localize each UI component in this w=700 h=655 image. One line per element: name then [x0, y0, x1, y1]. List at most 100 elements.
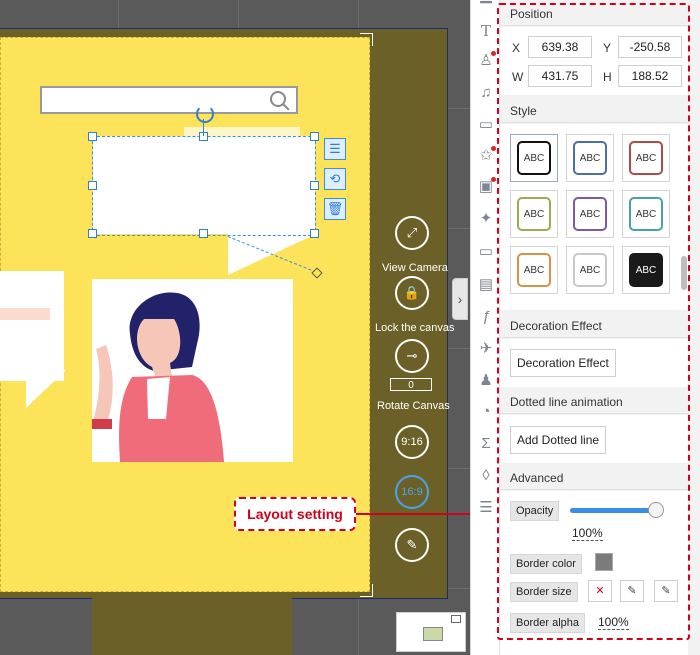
no-border-icon[interactable]: ✕ — [588, 580, 612, 602]
resize-handle[interactable] — [88, 132, 97, 141]
formula-icon[interactable]: ƒ — [475, 306, 497, 328]
delete-icon[interactable]: 🗑 — [324, 198, 346, 220]
resize-handle[interactable] — [310, 132, 319, 141]
selection-box[interactable] — [92, 136, 316, 236]
thin-border-icon[interactable]: ✎ — [620, 580, 644, 602]
person-icon[interactable]: ♟ — [475, 370, 497, 392]
text-icon[interactable]: T — [475, 20, 497, 42]
character-illustration[interactable] — [92, 279, 293, 462]
opacity-label: Opacity — [510, 501, 560, 521]
style-swatch-label: ABC — [573, 253, 607, 287]
style-swatch[interactable]: ABC — [510, 134, 558, 182]
border-alpha-value[interactable]: 100% — [598, 615, 629, 630]
bubble-text-line — [0, 308, 50, 320]
style-swatch[interactable]: ABC — [622, 246, 670, 294]
advanced-section: Opacity 100% Border color Border size ✕ … — [500, 491, 688, 655]
canvas-side-controls: ⤢ View Camera 🔒 Lock the canvas ⊸ 0 Rota… — [370, 210, 455, 590]
stage-overflow — [92, 597, 292, 655]
image-thumb-icon — [423, 627, 443, 641]
style-swatch-label: ABC — [517, 253, 551, 287]
style-swatch[interactable]: ABC — [622, 190, 670, 238]
decoration-section: Decoration Effect — [500, 339, 688, 387]
resize-handle[interactable] — [88, 229, 97, 238]
collapse-panel-button[interactable]: › — [452, 278, 468, 320]
border-size-label: Border size — [510, 582, 578, 602]
canvas-area[interactable]: ☰ ⟲ 🗑 ⤢ View Camera 🔒 Lock the canvas ⊸ … — [0, 0, 470, 655]
opacity-slider-knob[interactable] — [648, 502, 664, 518]
h-field[interactable]: 188.52 — [618, 65, 682, 87]
layout-setting-button[interactable]: ✎ — [395, 528, 429, 562]
lock-icon: 🔒 — [403, 285, 421, 300]
align-icon[interactable]: ☰ — [324, 138, 346, 160]
view-camera-button[interactable]: ⤢ — [395, 216, 429, 250]
opacity-value[interactable]: 100% — [572, 526, 603, 541]
opacity-slider-fill — [570, 508, 656, 513]
pie-chart-icon[interactable]: ◔ — [475, 401, 497, 423]
music-icon[interactable]: ♫ — [475, 82, 497, 104]
ratio-9-16-button[interactable]: 9:16 — [395, 425, 429, 459]
border-color-picker[interactable] — [595, 553, 613, 571]
sigma-icon[interactable]: Σ — [475, 433, 497, 455]
frame-corner — [360, 33, 373, 46]
resize-handle[interactable] — [88, 181, 97, 190]
image-icon[interactable]: ▣ — [475, 176, 497, 198]
add-dotted-line-button[interactable]: Add Dotted line — [510, 426, 607, 454]
airplane-icon[interactable]: ✈ — [475, 338, 497, 360]
style-section: ABC ABC ABC ABC ABC ABC ABC ABC ABC — [500, 124, 688, 310]
thumbnail-widget[interactable] — [396, 612, 466, 652]
style-swatch-label: ABC — [517, 197, 551, 231]
style-swatch[interactable]: ABC — [510, 246, 558, 294]
style-swatch-label: ABC — [629, 253, 663, 287]
decoration-effect-button[interactable]: Decoration Effect — [510, 349, 616, 377]
magic-wand-icon[interactable]: ✦ — [475, 208, 497, 230]
thick-border-icon[interactable]: ✎ — [654, 580, 678, 602]
rotate-icon[interactable] — [196, 105, 214, 123]
style-swatch[interactable]: ABC — [566, 134, 614, 182]
replace-icon[interactable]: ⟲ — [324, 168, 346, 190]
character-icon[interactable]: ♙ — [475, 50, 497, 72]
style-swatch-label: ABC — [629, 197, 663, 231]
image-star-icon[interactable]: ✩ — [475, 145, 497, 167]
resize-handle[interactable] — [199, 229, 208, 238]
camera-view-icon: ⤢ — [406, 225, 418, 240]
style-swatch[interactable]: ABC — [622, 134, 670, 182]
y-field[interactable]: -250.58 — [618, 36, 682, 58]
search-icon — [270, 91, 286, 107]
resize-handle[interactable] — [310, 229, 319, 238]
style-swatch-label: ABC — [517, 141, 551, 175]
style-swatch-label: ABC — [629, 141, 663, 175]
element-toolbar: ▔ T ♙ ♫ ▭ ✩ ▣ ✦ ▭ ▤ ƒ ✈ ♟ ◔ Σ ◊ ☰ — [470, 0, 500, 655]
resize-handle[interactable] — [310, 181, 319, 190]
chevron-right-icon: › — [457, 291, 463, 307]
position-section: X 639.38 Y -250.58 W 431.75 H 188.52 — [500, 27, 688, 95]
search-bar-graphic[interactable] — [40, 86, 298, 114]
folder-icon[interactable]: ▭ — [475, 241, 497, 263]
style-swatch[interactable]: ABC — [510, 190, 558, 238]
style-swatch[interactable]: ABC — [566, 190, 614, 238]
rotate-value-field[interactable]: 0 — [390, 378, 432, 391]
scroll-up-icon[interactable]: ▔ — [475, 0, 497, 22]
h-label: H — [603, 70, 612, 84]
ratio-16-9-button[interactable]: 16:9 — [395, 475, 429, 509]
left-speech-bubble[interactable] — [0, 271, 64, 381]
film-icon[interactable]: ▤ — [475, 274, 497, 296]
section-position-title: Position — [500, 2, 688, 26]
opacity-slider-track[interactable] — [570, 508, 656, 513]
properties-panel: Position X 639.38 Y -250.58 W 431.75 H 1… — [500, 0, 700, 655]
dial-icon: ⊸ — [406, 348, 418, 363]
style-scrollbar[interactable] — [681, 256, 687, 290]
chat-icon[interactable]: ▭ — [475, 114, 497, 136]
rotate-canvas-label: Rotate Canvas — [377, 400, 450, 412]
rotate-canvas-dial[interactable]: ⊸ — [395, 339, 429, 373]
ratio-16-9-label: 16:9 — [401, 486, 423, 498]
y-label: Y — [603, 41, 612, 55]
lock-canvas-label: Lock the canvas — [375, 322, 455, 334]
drop-icon[interactable]: ◊ — [475, 465, 497, 487]
x-field[interactable]: 639.38 — [528, 36, 592, 58]
window-icon — [451, 615, 461, 623]
style-swatch[interactable]: ABC — [566, 246, 614, 294]
w-field[interactable]: 431.75 — [528, 65, 592, 87]
lock-canvas-button[interactable]: 🔒 — [395, 276, 429, 310]
layers-icon[interactable]: ☰ — [475, 497, 497, 519]
dotted-section: Add Dotted line — [500, 415, 688, 463]
